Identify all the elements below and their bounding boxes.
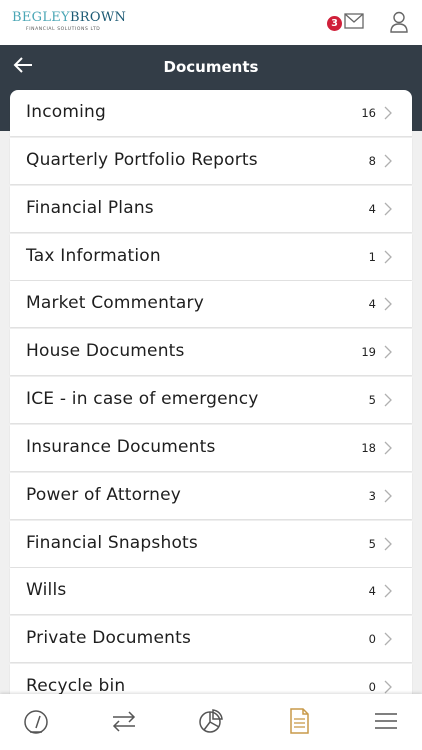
- folder-label: ICE - in case of emergency: [26, 389, 259, 410]
- folder-row[interactable]: Tax Information 1: [10, 233, 412, 280]
- folder-row[interactable]: Private Documents 0: [10, 616, 412, 663]
- chevron-right-icon: [384, 345, 392, 359]
- folder-list: Incoming 16 Quarterly Portfolio Reports 8 Fi…: [10, 90, 412, 712]
- page-title: Documents: [163, 58, 259, 76]
- folder-count: 3: [368, 488, 376, 503]
- folder-count: 16: [361, 106, 376, 120]
- chevron-right-icon: [384, 393, 392, 407]
- chevron-right-icon: [384, 154, 392, 168]
- folder-row[interactable]: ICE - in case of emergency 5: [10, 377, 412, 424]
- folder-label: Insurance Documents: [26, 436, 216, 457]
- folder-label: Wills: [26, 580, 67, 601]
- folder-count: 4: [368, 297, 376, 312]
- folder-label: Financial Plans: [26, 197, 154, 218]
- document-icon[interactable]: [285, 708, 313, 734]
- brand-subtitle: FINANCIAL SOLUTIONS LTD: [26, 27, 101, 32]
- folder-label: Tax Information: [26, 245, 161, 266]
- folder-count: 0: [368, 680, 376, 695]
- chevron-right-icon: [384, 106, 392, 120]
- chevron-right-icon: [384, 537, 392, 551]
- folder-row[interactable]: Power of Attorney 3: [10, 472, 412, 519]
- chevron-right-icon: [384, 441, 392, 455]
- chevron-right-icon: [384, 297, 392, 311]
- mail-icon[interactable]: [344, 13, 364, 29]
- folder-count: 4: [368, 584, 376, 599]
- pie-chart-icon[interactable]: [197, 708, 225, 734]
- folder-label: Quarterly Portfolio Reports: [26, 149, 258, 170]
- folder-row[interactable]: House Documents 19: [10, 329, 412, 376]
- folder-row[interactable]: Financial Plans 4: [10, 185, 412, 232]
- menu-icon[interactable]: [372, 708, 400, 734]
- top-bar: BEGLEYBROWN FINANCIAL SOLUTIONS LTD 3: [0, 0, 422, 45]
- chevron-right-icon: [384, 202, 392, 216]
- folder-label: Incoming: [26, 102, 106, 122]
- folder-row[interactable]: Quarterly Portfolio Reports 8: [10, 137, 412, 184]
- brand-logo[interactable]: BEGLEYBROWN: [12, 11, 126, 25]
- chevron-right-icon: [384, 250, 392, 263]
- folder-row[interactable]: Financial Snapshots 5: [10, 520, 412, 567]
- folder-count: 8: [368, 153, 376, 168]
- folder-row[interactable]: Wills 4: [10, 568, 412, 615]
- folder-row[interactable]: Incoming 16: [10, 90, 412, 136]
- bottom-nav: [0, 694, 422, 750]
- chevron-right-icon: [384, 632, 392, 646]
- folder-count: 4: [368, 201, 376, 216]
- folder-label: Power of Attorney: [26, 484, 182, 505]
- folder-count: 18: [361, 440, 376, 455]
- folder-count: 5: [368, 393, 376, 408]
- folder-count: 1: [368, 249, 376, 264]
- folder-count: 19: [361, 345, 376, 360]
- folder-count: 0: [368, 632, 376, 647]
- folder-label: Private Documents: [26, 628, 191, 649]
- dashboard-icon[interactable]: [22, 708, 50, 734]
- folder-count: 5: [368, 536, 376, 551]
- chevron-right-icon: [384, 584, 392, 598]
- folder-row[interactable]: Market Commentary 4: [10, 281, 412, 328]
- folder-row[interactable]: Insurance Documents 18: [10, 424, 412, 471]
- folder-label: House Documents: [26, 341, 185, 362]
- notification-badge[interactable]: 3: [327, 16, 342, 31]
- folder-label: Financial Snapshots: [26, 532, 198, 553]
- transfer-icon[interactable]: [110, 708, 138, 734]
- user-icon[interactable]: [389, 11, 409, 33]
- folder-label: Market Commentary: [26, 293, 204, 314]
- chevron-right-icon: [384, 489, 392, 503]
- chevron-right-icon: [384, 680, 392, 694]
